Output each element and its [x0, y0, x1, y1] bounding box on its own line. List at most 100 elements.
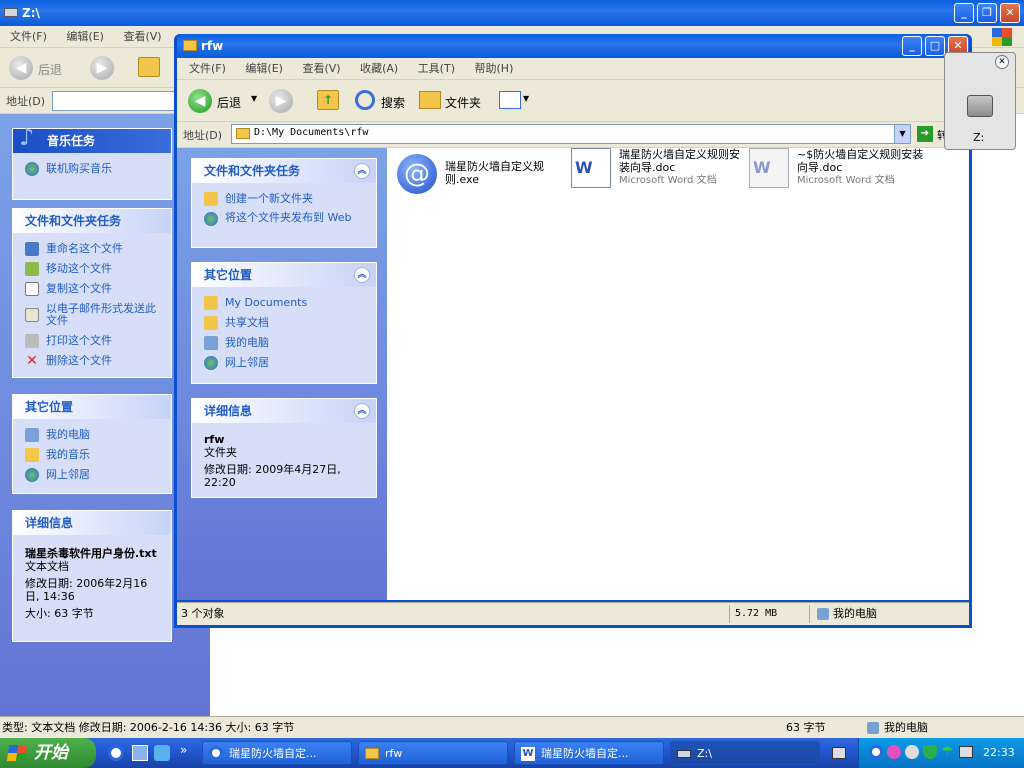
back-arrow-icon[interactable]: ◀ [188, 89, 212, 113]
front-window-titlebar[interactable]: rfw _ □ ✕ [177, 34, 969, 58]
shared-docs-link[interactable]: 共享文档 [204, 313, 366, 333]
folders-button-label[interactable]: 文件夹 [445, 94, 481, 111]
views-dropdown-icon[interactable]: ▼ [523, 94, 529, 103]
back-menu-edit[interactable]: 编辑(E) [58, 26, 112, 48]
quicklaunch-maxthon-icon[interactable] [108, 745, 124, 761]
back-file-tasks-header[interactable]: 文件和文件夹任务 [13, 209, 171, 233]
menu-help[interactable]: 帮助(H) [467, 58, 522, 80]
copy-icon [25, 282, 39, 296]
up-folder-icon[interactable]: ↑ [317, 90, 339, 110]
details-header[interactable]: 详细信息 ︽ [192, 399, 376, 423]
move-file-label: 移动这个文件 [46, 262, 112, 275]
other-places-collapse-icon[interactable]: ︽ [354, 267, 370, 283]
back-up-folder-icon[interactable] [138, 57, 160, 77]
back-menu-view[interactable]: 查看(V) [115, 26, 169, 48]
back-close-button[interactable]: ✕ [1000, 3, 1020, 23]
menu-favorites[interactable]: 收藏(A) [352, 58, 406, 80]
my-documents-link[interactable]: My Documents [204, 293, 366, 313]
details-body: rfw 文件夹 修改日期: 2009年4月27日, 22:20 [192, 423, 376, 497]
back-minimize-button[interactable]: _ [954, 3, 974, 23]
taskbar-item-z-drive[interactable]: Z:\ [670, 741, 820, 765]
back-menu-file[interactable]: 文件(F) [2, 26, 55, 48]
front-maximize-button[interactable]: □ [925, 36, 945, 56]
tray-eye-icon[interactable] [887, 745, 901, 759]
email-file-link[interactable]: 以电子邮件形式发送此文件 [25, 303, 161, 327]
file-item-exe[interactable]: @ 瑞星防火墙自定义规则.exe [397, 154, 563, 194]
taskbar-item-firewall-2[interactable]: W 瑞星防火墙自定... [514, 741, 664, 765]
file-item-doc[interactable]: W 瑞星防火墙自定义规则安装向导.doc Microsoft Word 文档 [571, 148, 743, 188]
music-tasks-header[interactable]: ♪ 音乐任务 [13, 125, 171, 153]
taskbar-item-firewall-2-label: 瑞星防火墙自定... [541, 747, 629, 760]
back-back-label[interactable]: 后退 [38, 61, 62, 78]
popup-close-icon[interactable]: ✕ [995, 55, 1009, 69]
views-icon[interactable] [499, 91, 521, 109]
file-temp-doc-name: ~$防火墙自定义规则安装向导.doc [797, 148, 924, 174]
publish-web-link[interactable]: 将这个文件夹发布到 Web [204, 212, 366, 226]
delete-x-icon: ✕ [26, 353, 38, 369]
forward-arrow-icon[interactable]: ▶ [269, 89, 293, 113]
file-tasks-collapse-icon[interactable]: ︽ [354, 163, 370, 179]
details-collapse-icon[interactable]: ︽ [354, 403, 370, 419]
quicklaunch-ie-icon[interactable] [154, 745, 170, 761]
other-places-header[interactable]: 其它位置 ︽ [192, 263, 376, 287]
network-places-link[interactable]: 网上邻居 [204, 353, 366, 373]
move-file-link[interactable]: 移动这个文件 [25, 259, 161, 279]
email-file-label: 以电子邮件形式发送此文件 [46, 302, 156, 327]
go-arrow-icon[interactable]: ➔ [917, 126, 933, 142]
drive-popup[interactable]: ✕ Z: [944, 52, 1016, 150]
back-status-main: 类型: 文本文档 修改日期: 2006-2-16 14:36 大小: 63 字节 [2, 721, 295, 734]
print-file-link[interactable]: 打印这个文件 [25, 331, 161, 351]
tray-shield-icon[interactable] [923, 745, 937, 759]
tray-clock[interactable]: 22:33 [983, 746, 1015, 759]
back-other-places-header[interactable]: 其它位置 [13, 395, 171, 419]
quicklaunch-more-icon[interactable]: » [180, 743, 187, 757]
back-details-header[interactable]: 详细信息 [13, 511, 171, 535]
back-address-input[interactable] [52, 91, 182, 111]
start-button[interactable]: 开始 [0, 738, 96, 768]
task-word-icon: W [521, 747, 535, 761]
back-forward-arrow-icon[interactable]: ▶ [90, 56, 114, 80]
my-computer-icon [204, 336, 218, 350]
taskbar: 开始 » 瑞星防火墙自定... rfw W 瑞星防火墙自定... Z:\ ☂ 2… [0, 738, 1024, 768]
tray-network-icon[interactable] [959, 746, 973, 758]
front-minimize-button[interactable]: _ [902, 36, 922, 56]
menu-file[interactable]: 文件(F) [181, 58, 234, 80]
back-dropdown-icon[interactable]: ▼ [251, 94, 257, 103]
shared-docs-label: 共享文档 [225, 316, 269, 329]
my-music-link[interactable]: 我的音乐 [25, 445, 161, 465]
back-other-places-title: 其它位置 [25, 400, 74, 414]
rename-file-link[interactable]: 重命名这个文件 [25, 239, 161, 259]
address-input[interactable]: D:\My Documents\rfw ▼ [231, 124, 911, 144]
file-list-area[interactable]: @ 瑞星防火墙自定义规则.exe W 瑞星防火墙自定义规则安装向导.doc Mic… [387, 148, 969, 600]
search-icon[interactable] [355, 90, 375, 110]
search-button-label[interactable]: 搜索 [381, 94, 405, 111]
menu-tools[interactable]: 工具(T) [410, 58, 463, 80]
address-dropdown-button[interactable]: ▼ [894, 125, 910, 143]
my-computer-link[interactable]: 我的电脑 [204, 333, 366, 353]
back-window-titlebar[interactable]: Z:\ _ ❐ ✕ [0, 0, 1024, 26]
buy-music-online-link[interactable]: 联机购买音乐 [25, 159, 161, 179]
delete-file-link[interactable]: ✕ 删除这个文件 [25, 351, 161, 371]
back-network-link[interactable]: 网上邻居 [25, 465, 161, 485]
tray-umbrella-icon[interactable]: ☂ [941, 744, 954, 760]
quicklaunch-desktop-icon[interactable] [132, 745, 148, 761]
back-my-computer-link[interactable]: 我的电脑 [25, 425, 161, 445]
back-details-modified: 修改日期: 2006年2月16日, 14:36 [25, 577, 148, 603]
address-value: D:\My Documents\rfw [254, 127, 369, 138]
menu-edit[interactable]: 编辑(E) [237, 58, 291, 80]
file-tasks-header[interactable]: 文件和文件夹任务 ︽ [192, 159, 376, 183]
music-tasks-title: 音乐任务 [47, 134, 96, 148]
tray-moon-icon[interactable] [905, 745, 919, 759]
back-back-arrow-icon[interactable]: ◀ [9, 56, 33, 80]
folders-icon[interactable] [419, 91, 441, 109]
taskbar-item-firewall-1[interactable]: 瑞星防火墙自定... [202, 741, 352, 765]
file-item-temp-doc[interactable]: W ~$防火墙自定义规则安装向导.doc Microsoft Word 文档 [749, 148, 927, 188]
copy-file-link[interactable]: 复制这个文件 [25, 279, 161, 299]
back-restore-button[interactable]: ❐ [977, 3, 997, 23]
keyboard-icon[interactable] [832, 747, 846, 759]
taskbar-item-rfw[interactable]: rfw [358, 741, 508, 765]
back-button-label[interactable]: 后退 [217, 94, 241, 111]
new-folder-link[interactable]: 创建一个新文件夹 [204, 189, 366, 209]
menu-view[interactable]: 查看(V) [294, 58, 348, 80]
tray-maxthon-icon[interactable] [869, 745, 883, 759]
